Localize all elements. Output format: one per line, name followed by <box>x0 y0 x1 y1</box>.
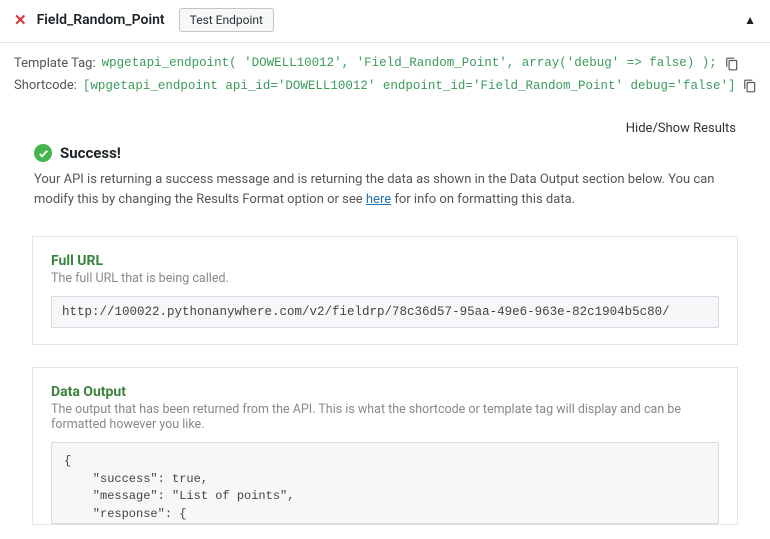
close-icon[interactable]: ✕ <box>14 13 27 28</box>
full-url-title: Full URL <box>51 253 719 269</box>
collapse-icon[interactable]: ▲ <box>744 13 756 27</box>
copy-icon[interactable] <box>743 79 757 93</box>
formatting-link[interactable]: here <box>366 192 391 207</box>
results-area: Hide/Show Results Success! Your API is r… <box>0 97 770 539</box>
data-output-card: Data Output The output that has been ret… <box>32 367 738 525</box>
template-tag-row: Template Tag: wpgetapi_endpoint( 'DOWELL… <box>14 53 756 75</box>
template-tag-label: Template Tag: <box>14 53 96 75</box>
full-url-value[interactable]: http://100022.pythonanywhere.com/v2/fiel… <box>51 296 719 328</box>
endpoint-header: ✕ Field_Random_Point Test Endpoint ▲ <box>0 0 770 42</box>
tags-block: Template Tag: wpgetapi_endpoint( 'DOWELL… <box>0 43 770 97</box>
copy-icon[interactable] <box>725 57 739 71</box>
shortcode-code: [wpgetapi_endpoint api_id='DOWELL10012' … <box>83 76 736 97</box>
success-message-part2: for info on formatting this data. <box>391 192 575 207</box>
success-check-icon <box>34 144 52 162</box>
success-title: Success! <box>60 144 121 162</box>
data-output-sub: The output that has been returned from t… <box>51 402 719 432</box>
success-message: Your API is returning a success message … <box>14 170 756 226</box>
full-url-sub: The full URL that is being called. <box>51 271 719 286</box>
full-url-card: Full URL The full URL that is being call… <box>32 236 738 345</box>
data-output-json[interactable]: { "success": true, "message": "List of p… <box>51 442 719 524</box>
endpoint-title: Field_Random_Point <box>37 12 165 28</box>
success-heading: Success! <box>14 144 756 162</box>
test-endpoint-button[interactable]: Test Endpoint <box>179 8 274 32</box>
hide-show-toggle[interactable]: Hide/Show Results <box>14 97 756 144</box>
shortcode-row: Shortcode: [wpgetapi_endpoint api_id='DO… <box>14 75 756 97</box>
template-tag-code: wpgetapi_endpoint( 'DOWELL10012', 'Field… <box>102 53 717 74</box>
data-output-title: Data Output <box>51 384 719 400</box>
shortcode-label: Shortcode: <box>14 75 77 97</box>
